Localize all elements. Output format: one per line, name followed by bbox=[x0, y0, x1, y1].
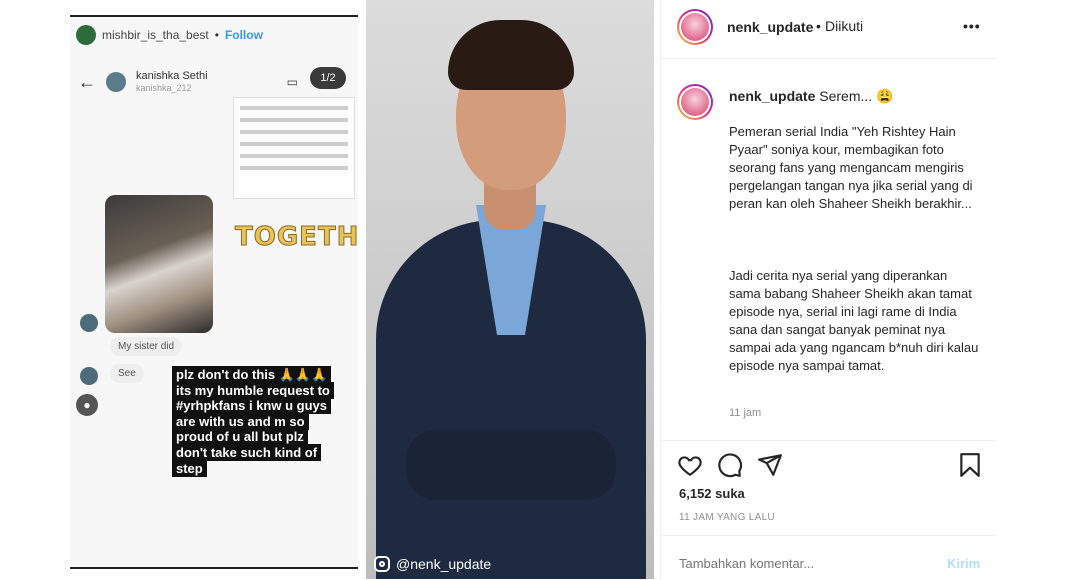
story-follow: Follow bbox=[224, 28, 263, 42]
dm-handle: kanishka_212 bbox=[136, 83, 192, 94]
caption-paragraph-1: Pemeran serial India "Yeh Rishtey Hain P… bbox=[729, 124, 973, 211]
actions-divider bbox=[661, 440, 996, 442]
story-avatar bbox=[76, 25, 96, 45]
person-icon: ● bbox=[76, 394, 98, 416]
post-comment-button[interactable]: Kirim bbox=[947, 556, 980, 571]
story-username: mishbir_is_tha_best bbox=[102, 28, 209, 42]
chat-bubble: See bbox=[110, 364, 144, 383]
caption-time: 11 jam bbox=[729, 407, 762, 419]
instagram-icon bbox=[374, 556, 390, 572]
chat-bubble: My sister did bbox=[110, 337, 183, 356]
comment-bar: Kirim bbox=[661, 535, 996, 580]
caption-head: Serem... 😩 bbox=[819, 88, 894, 104]
posted-time[interactable]: 11 JAM YANG LALU bbox=[679, 512, 775, 523]
author-username[interactable]: nenk_update bbox=[727, 19, 813, 35]
caption-avatar[interactable] bbox=[677, 84, 713, 120]
shared-screenshot bbox=[233, 97, 355, 199]
story-pager: 1/2 bbox=[310, 67, 346, 89]
watermark: @nenk_update bbox=[374, 556, 491, 572]
together-sticker: TOGETHER bbox=[234, 222, 358, 253]
author-avatar[interactable] bbox=[677, 9, 713, 45]
story-screenshot: mishbir_is_tha_best • Follow ← kanishka … bbox=[70, 15, 358, 569]
dm-name: kanishka Sethi bbox=[136, 70, 208, 82]
caption-line: nenk_update Serem... 😩 bbox=[729, 88, 893, 105]
post-sidebar: nenk_update • Diikuti ••• nenk_update Se… bbox=[660, 0, 1080, 579]
post-media[interactable]: mishbir_is_tha_best • Follow ← kanishka … bbox=[0, 0, 660, 579]
caption-paragraph-2: Jadi cerita nya serial yang diperankan s… bbox=[729, 268, 979, 373]
comment-input[interactable] bbox=[679, 556, 919, 571]
bookmark-icon[interactable] bbox=[957, 452, 983, 478]
following-button[interactable]: Diikuti bbox=[825, 18, 863, 34]
caption-username[interactable]: nenk_update bbox=[729, 88, 815, 104]
wrist-photo bbox=[105, 195, 213, 333]
story-caption: plz don't do this 🙏🙏🙏 its my humble requ… bbox=[172, 366, 358, 477]
likes-count[interactable]: 6,152 suka bbox=[679, 486, 745, 501]
chat-avatar bbox=[80, 314, 98, 332]
dm-avatar bbox=[106, 72, 126, 92]
heart-icon[interactable] bbox=[677, 452, 703, 478]
back-arrow-icon: ← bbox=[78, 71, 96, 92]
share-icon[interactable] bbox=[757, 452, 783, 478]
post-header: nenk_update • Diikuti ••• bbox=[661, 0, 996, 59]
video-icon: ▭ bbox=[286, 75, 298, 89]
chat-avatar bbox=[80, 367, 98, 385]
story-header: mishbir_is_tha_best • Follow bbox=[70, 17, 358, 53]
watermark-text: @nenk_update bbox=[396, 556, 492, 572]
actor-photo bbox=[366, 0, 654, 579]
comment-icon[interactable] bbox=[717, 452, 743, 478]
more-options-icon[interactable]: ••• bbox=[963, 18, 981, 34]
